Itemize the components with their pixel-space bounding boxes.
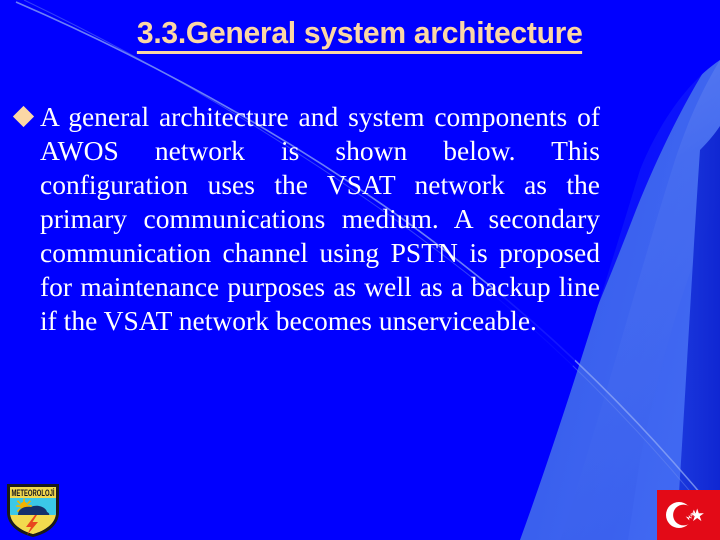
body-content: A general architecture and system compon… [12,100,600,338]
title-container: 3.3.General system architecture [60,16,660,54]
page-title: 3.3.General system architecture [137,16,583,54]
bullet-item-text: A general architecture and system compon… [40,101,600,336]
bullet-list-item: A general architecture and system compon… [12,100,600,338]
logo-caption: METEOROLOJİ [12,488,55,498]
presentation-slide: 3.3.General system architecture A genera… [0,0,720,540]
turkish-flag [657,490,720,540]
diamond-bullet-icon [12,105,35,128]
meteoroloji-shield-logo: METEOROLOJİ [7,484,59,537]
